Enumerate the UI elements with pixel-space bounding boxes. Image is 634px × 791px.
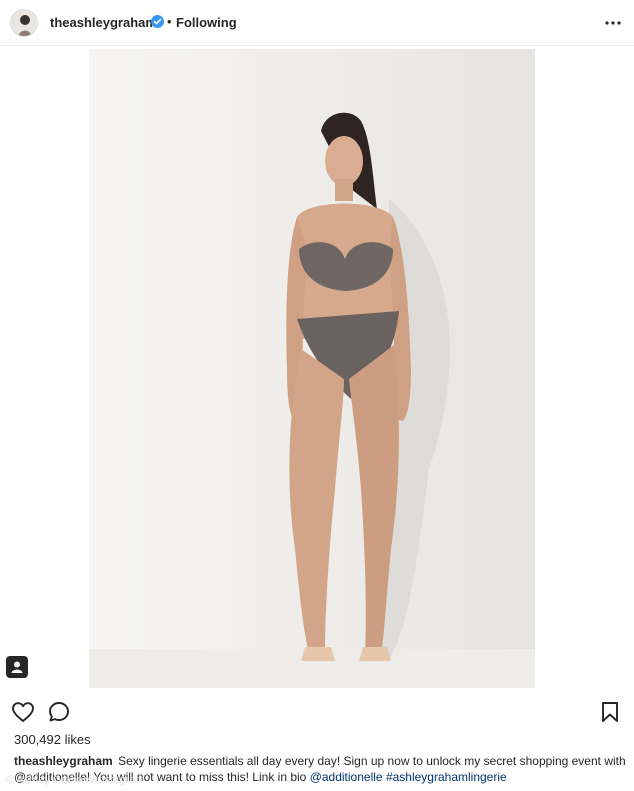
user-tag-glyph <box>11 661 23 673</box>
avatar[interactable] <box>10 9 38 37</box>
post-username[interactable]: theashleygraham <box>50 15 157 30</box>
avatar-image <box>11 10 37 36</box>
user-tag-icon[interactable] <box>6 656 28 678</box>
verified-badge-icon <box>151 15 164 28</box>
more-options-icon[interactable] <box>604 14 622 32</box>
caption-mention[interactable]: @additionelle <box>310 770 383 784</box>
post-photo <box>89 49 535 688</box>
like-count[interactable]: 300,492 likes <box>14 732 91 747</box>
following-button[interactable]: Following <box>176 15 237 30</box>
bookmark-icon[interactable] <box>598 700 622 724</box>
comment-icon[interactable] <box>47 700 71 724</box>
heart-icon[interactable] <box>11 700 35 724</box>
post-header: theashleygraham • Following <box>0 0 634 46</box>
caption-username[interactable]: theashleygraham <box>14 754 113 768</box>
post-media[interactable] <box>0 47 634 688</box>
separator-dot: • <box>167 14 172 29</box>
post-actions <box>0 695 634 729</box>
photo-credit-watermark: © Ashley Graham/Instagram <box>6 774 145 786</box>
photo-illustration <box>89 49 535 688</box>
caption-hashtag[interactable]: #ashleygrahamlingerie <box>386 770 507 784</box>
